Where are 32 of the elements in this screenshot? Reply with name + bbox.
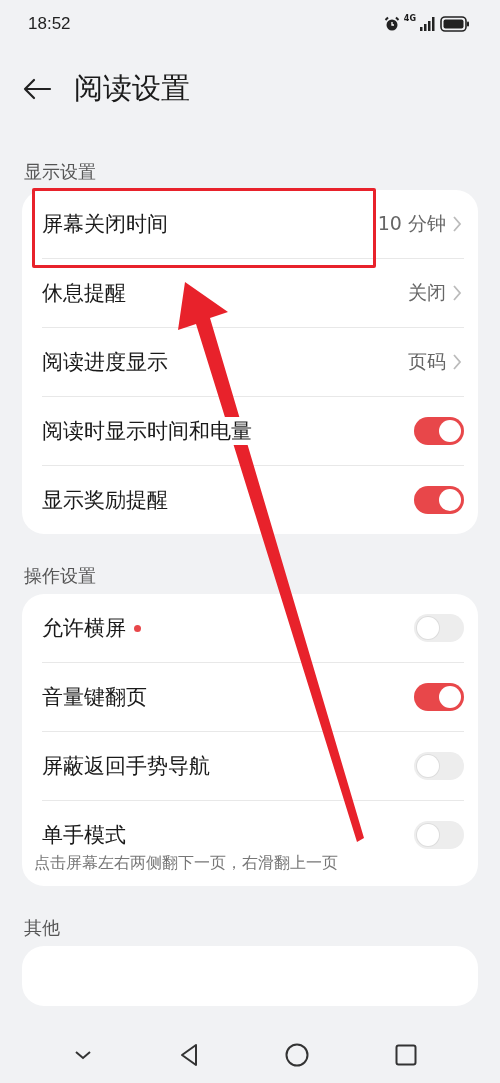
toggle-switch[interactable] <box>414 683 464 711</box>
chevron-icon <box>452 353 462 371</box>
chevron-icon <box>452 284 462 302</box>
section-label: 其他 <box>23 916 61 940</box>
network-label: 4G <box>403 14 416 23</box>
toggle-switch[interactable] <box>414 614 464 642</box>
setting-value[interactable]: 关闭 <box>408 280 446 306</box>
setting-description: 点击屏幕左右两侧翻下一页，右滑翻上一页 <box>34 853 339 874</box>
chevron-icon <box>452 215 462 233</box>
status-time: 18:52 <box>28 14 71 34</box>
setting-label: 屏蔽返回手势导航 <box>42 752 210 780</box>
signal-icon <box>420 17 436 31</box>
setting-value[interactable]: 页码 <box>408 349 446 375</box>
alarm-icon <box>383 16 400 32</box>
setting-label: 允许横屏 <box>42 614 126 642</box>
setting-value[interactable]: 10 分钟 <box>377 211 446 237</box>
home-icon[interactable] <box>285 1043 309 1067</box>
back-nav-icon[interactable] <box>179 1043 199 1067</box>
setting-label: 休息提醒 <box>42 279 126 307</box>
toggle-switch[interactable] <box>414 417 464 445</box>
recents-icon[interactable] <box>395 1044 417 1066</box>
toggle-switch[interactable] <box>414 486 464 514</box>
section-label: 操作设置 <box>23 564 97 588</box>
section-label: 显示设置 <box>23 160 97 184</box>
toggle-switch[interactable] <box>414 752 464 780</box>
battery-icon <box>440 16 470 32</box>
setting-label: 阅读进度显示 <box>42 348 168 376</box>
toggle-switch[interactable] <box>414 821 464 849</box>
page-title: 阅读设置 <box>74 70 190 107</box>
collapse-icon[interactable] <box>73 1049 93 1061</box>
setting-label: 阅读时显示时间和电量 <box>42 417 252 445</box>
back-button[interactable] <box>22 77 52 101</box>
